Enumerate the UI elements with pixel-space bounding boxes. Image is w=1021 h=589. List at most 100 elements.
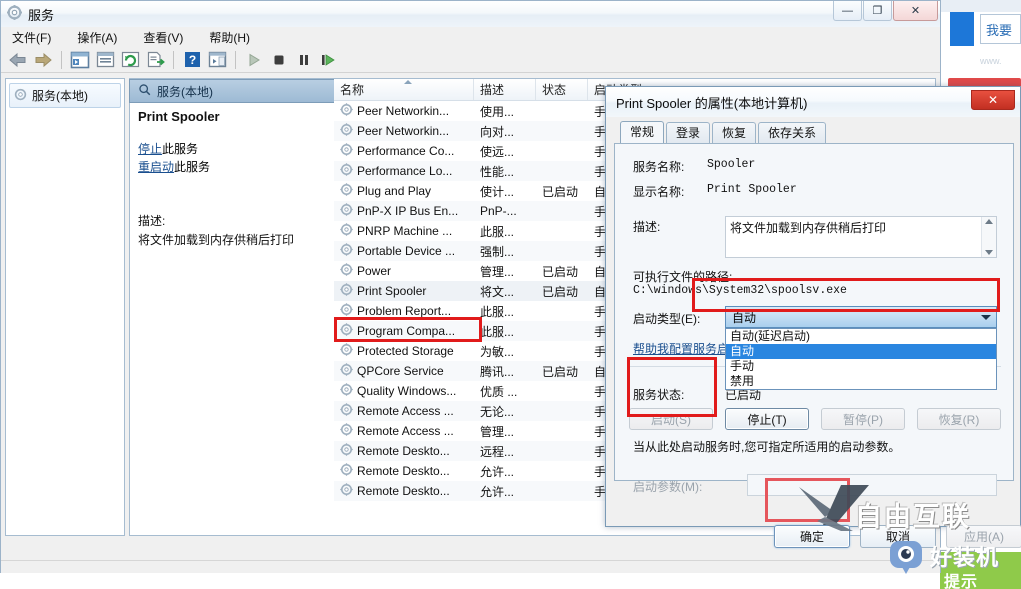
cell-service-name: Protected Storage	[334, 343, 474, 359]
service-name-text: Portable Device ...	[357, 244, 456, 258]
menu-action[interactable]: 操作(A)	[74, 28, 120, 47]
scroll-down-icon[interactable]	[985, 250, 993, 255]
show-hide-tree-icon[interactable]	[69, 49, 91, 71]
show-action-pane-icon[interactable]	[206, 49, 228, 71]
column-header-description-label: 描述	[480, 83, 505, 97]
start-service-icon[interactable]	[243, 49, 265, 71]
pause-service-icon[interactable]	[293, 49, 315, 71]
column-header-state-label: 状态	[542, 83, 567, 97]
chevron-down-icon[interactable]	[981, 315, 991, 320]
export-list-icon[interactable]	[144, 49, 166, 71]
scroll-up-icon[interactable]	[985, 219, 993, 224]
menu-help[interactable]: 帮助(H)	[206, 28, 253, 47]
service-gear-icon	[340, 443, 353, 459]
detail-restart-link-text[interactable]: 重启动	[138, 160, 174, 174]
startup-type-combobox[interactable]: 自动	[725, 306, 997, 328]
minimize-button[interactable]: —	[833, 1, 862, 21]
startup-type-option[interactable]: 自动	[726, 344, 996, 359]
detail-stop-link[interactable]: 停止此服务	[138, 140, 326, 158]
back-arrow-icon[interactable]	[7, 49, 29, 71]
start-button[interactable]: 启动(S)	[629, 408, 713, 430]
tree-node-services-local[interactable]: 服务(本地)	[9, 83, 121, 108]
startup-type-option[interactable]: 手动	[726, 359, 996, 374]
background-app-faint-text: www.	[980, 56, 1002, 66]
dialog-close-button[interactable]: ✕	[971, 90, 1015, 110]
stop-button[interactable]: 停止(T)	[725, 408, 809, 430]
column-header-state[interactable]: 状态	[536, 79, 588, 100]
service-name-text: Quality Windows...	[357, 384, 457, 398]
description-textarea[interactable]: 将文件加载到内存供稍后打印	[725, 216, 997, 258]
detail-restart-link[interactable]: 重启动此服务	[138, 158, 326, 176]
service-detail-pane: Print Spooler 停止此服务 重启动此服务 描述: 将文件加载到内存供…	[129, 78, 334, 536]
cell-service-name: Problem Report...	[334, 303, 474, 319]
service-gear-icon	[340, 103, 353, 119]
cell-service-name: Print Spooler	[334, 283, 474, 299]
cell-service-name: Program Compa...	[334, 323, 474, 339]
service-name-text: Remote Deskto...	[357, 464, 450, 478]
service-gear-icon	[340, 383, 353, 399]
restart-service-icon[interactable]	[318, 49, 340, 71]
refresh-icon[interactable]	[119, 49, 141, 71]
tab-dependencies[interactable]: 依存关系	[758, 122, 827, 143]
service-name-text: Remote Access ...	[357, 424, 454, 438]
menu-view[interactable]: 查看(V)	[140, 28, 186, 47]
banner-label: 服务(本地)	[157, 84, 213, 99]
cell-service-name: Remote Access ...	[334, 423, 474, 439]
service-name-text: Peer Networkin...	[357, 104, 450, 118]
description-scrollbar[interactable]	[981, 217, 996, 257]
menu-file[interactable]: 文件(F)	[9, 28, 54, 47]
service-name-text: Power	[357, 264, 392, 278]
stop-service-icon[interactable]	[268, 49, 290, 71]
maximize-button[interactable]: ❐	[863, 1, 892, 21]
cell-description: 允许...	[480, 484, 515, 499]
cell-description: 此服...	[480, 224, 515, 239]
close-button[interactable]: ✕	[893, 1, 938, 21]
service-name-text: Remote Access ...	[357, 404, 454, 418]
service-name-label: 服务名称:	[633, 160, 685, 174]
cell-description: 远程...	[480, 444, 515, 459]
tab-recovery[interactable]: 恢复	[712, 122, 757, 143]
column-header-description[interactable]: 描述	[474, 79, 536, 100]
service-name-text: PnP-X IP Bus En...	[357, 204, 459, 218]
startup-type-option[interactable]: 禁用	[726, 374, 996, 389]
brand-watermark-text: 自由互联	[855, 502, 971, 532]
column-header-name[interactable]: 名称	[334, 79, 474, 100]
tab-logon[interactable]: 登录	[666, 122, 711, 143]
service-name-text: Program Compa...	[357, 324, 456, 338]
service-gear-icon	[340, 223, 353, 239]
executable-path-label: 可执行文件的路径:	[633, 270, 733, 284]
cell-description: 使远...	[480, 144, 515, 159]
detail-service-title: Print Spooler	[138, 109, 220, 124]
background-app-button[interactable]: 我要	[980, 14, 1021, 44]
cell-description: 此服...	[480, 324, 515, 339]
service-gear-icon	[340, 423, 353, 439]
properties-icon[interactable]	[94, 49, 116, 71]
startup-type-dropdown-list[interactable]: 自动(延迟启动) 自动 手动 禁用	[725, 328, 997, 390]
help-icon[interactable]: ?	[181, 49, 203, 71]
toolbar-separator	[61, 50, 62, 69]
screen-root: 我要 www. 提示 服务 — ❐ ✕ 文件(F) 操作(A) 查看(V) 帮助…	[0, 0, 1021, 589]
toolbar-separator-3	[235, 50, 236, 69]
cell-description: 管理...	[480, 424, 515, 439]
cell-service-name: Peer Networkin...	[334, 103, 474, 119]
cell-description: 向对...	[480, 124, 515, 139]
pause-button[interactable]: 暂停(P)	[821, 408, 905, 430]
service-name-text: PNRP Machine ...	[357, 224, 453, 238]
background-app-blue-block	[950, 12, 974, 46]
services-statusbar	[1, 560, 940, 573]
properties-dialog-title: Print Spooler 的属性(本地计算机)	[616, 95, 808, 111]
resume-button[interactable]: 恢复(R)	[917, 408, 1001, 430]
cell-description: 优质 ...	[480, 384, 518, 399]
detail-stop-link-text[interactable]: 停止	[138, 142, 162, 156]
service-name-text: Remote Deskto...	[357, 484, 450, 498]
cell-description: 使计...	[480, 184, 515, 199]
tab-general[interactable]: 常规	[620, 121, 665, 143]
window-controls: — ❐ ✕	[833, 1, 938, 21]
services-titlebar: 服务 — ❐ ✕	[1, 1, 940, 27]
service-name-text: Performance Lo...	[357, 164, 453, 178]
cell-service-name: Remote Deskto...	[334, 463, 474, 479]
cell-service-name: PNRP Machine ...	[334, 223, 474, 239]
forward-arrow-icon[interactable]	[32, 49, 54, 71]
startup-type-option[interactable]: 自动(延迟启动)	[726, 329, 996, 344]
startup-parameters-hint: 当从此处启动服务时,您可指定所适用的启动参数。	[633, 440, 901, 454]
